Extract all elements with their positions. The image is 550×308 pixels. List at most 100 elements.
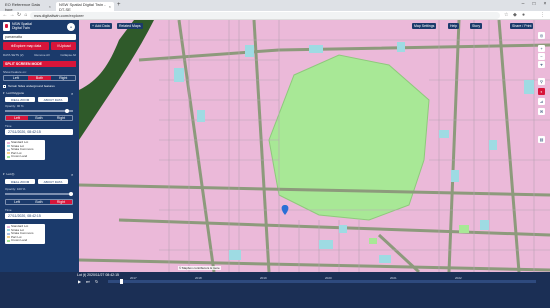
time-label: Time — [5, 208, 12, 212]
locate-icon[interactable]: ⌖ — [538, 61, 545, 68]
map-canvas[interactable] — [79, 20, 550, 272]
side-both-option[interactable]: Both — [27, 76, 52, 80]
extensions-icon[interactable]: ◆ — [513, 12, 517, 18]
side-both-option[interactable]: Both — [28, 116, 50, 120]
explore-label: Explore map data — [13, 44, 42, 48]
help-button[interactable]: Help — [448, 23, 460, 29]
pedestrian-icon[interactable]: ⚲ — [538, 78, 545, 85]
terrain-checkbox[interactable]: Terrain hides underground features — [3, 84, 55, 88]
map-viewport[interactable] — [79, 20, 550, 272]
upload-label: Upload — [59, 44, 71, 48]
map-attribution[interactable]: © Mapbox contributors & more — [178, 266, 221, 270]
timeline-track[interactable] — [108, 280, 536, 283]
explore-map-data-button[interactable]: ⊕ Explore map data — [3, 42, 49, 50]
story-label: Story — [472, 24, 481, 28]
layer1-header[interactable]: ▾ Lot Polygons — [3, 91, 24, 95]
time-picker-2[interactable]: 27/11/2020, 08:42:15 — [5, 213, 73, 219]
checkbox-icon[interactable] — [3, 84, 6, 88]
side-right-option[interactable]: Right — [50, 116, 72, 120]
collapse-all-link[interactable]: Collapse All — [60, 53, 76, 57]
browser-tab-active[interactable]: NSW Spatial Digital Twin - DT-SE × — [56, 1, 114, 12]
map-settings-button[interactable]: Map Settings — [412, 23, 437, 29]
share-print-button[interactable]: Share / Print — [510, 23, 534, 29]
slider-thumb[interactable] — [65, 109, 69, 113]
minimize-icon[interactable]: – — [518, 1, 528, 9]
side-toggle-1: Left Both Right — [3, 75, 76, 81]
map-settings-label: Map Settings — [414, 24, 435, 28]
upload-button[interactable]: ⇪ Upload — [51, 42, 76, 50]
maximize-icon[interactable]: □ — [529, 1, 539, 9]
story-button[interactable]: Story — [470, 23, 483, 29]
add-data-label: Add Data — [95, 24, 110, 28]
side-left-option[interactable]: Left — [6, 200, 28, 204]
browser-tab[interactable]: EO Reference Data type × — [2, 2, 54, 12]
zoom-out-icon[interactable]: − — [538, 53, 545, 60]
split-screen-icon[interactable]: ◐ — [538, 88, 545, 95]
compass-icon[interactable]: ◎ — [538, 32, 545, 39]
profile-icon[interactable]: ● — [522, 12, 525, 18]
about-data-label: ABOUT DATA — [43, 97, 63, 102]
side-right-option[interactable]: Right — [50, 200, 72, 204]
timeline-tick: 2019 — [260, 276, 267, 280]
remove-layer-icon[interactable]: × — [71, 172, 73, 177]
step-forward-icon[interactable]: ⏭ — [86, 279, 90, 284]
timeline-bar — [0, 272, 550, 308]
about-data-button[interactable]: ABOUT DATA — [38, 97, 68, 102]
layer2-name: Lot (t) — [6, 172, 15, 176]
help-label: Help — [450, 24, 458, 28]
opacity-label: Opacity: 90 % — [5, 104, 24, 108]
legend-1: Standard Lot Strata Lot Strata Commons P… — [5, 140, 45, 160]
side-left-option[interactable]: Left — [4, 76, 28, 80]
terrain-label: Terrain hides underground features — [8, 84, 55, 88]
chevron-down-icon[interactable]: ▾ — [3, 91, 5, 95]
side-right-option[interactable]: Right — [51, 76, 75, 80]
zoom-in-icon[interactable]: + — [538, 45, 545, 52]
window-close-icon[interactable]: × — [540, 1, 550, 9]
browser-menu-icon[interactable]: ⋮ — [540, 12, 545, 18]
remove-all-link[interactable]: Remove All — [34, 53, 49, 57]
share-label: Share / Print — [512, 24, 532, 28]
side-both-option[interactable]: Both — [28, 200, 50, 204]
ideal-zoom-button[interactable]: IDEAL ZOOM — [5, 97, 35, 102]
layers-icon[interactable]: ▤ — [538, 136, 545, 143]
slider-thumb[interactable] — [69, 192, 73, 196]
chevron-down-icon[interactable]: ▾ — [3, 172, 5, 176]
ideal-zoom-button[interactable]: IDEAL ZOOM — [5, 179, 35, 184]
plus-icon: + — [92, 24, 95, 28]
about-data-button[interactable]: ABOUT DATA — [38, 179, 68, 184]
opacity-slider[interactable] — [5, 109, 73, 113]
search-input[interactable] — [3, 34, 76, 40]
forward-icon[interactable]: → — [9, 12, 15, 18]
legend-item: Crown Land — [7, 154, 43, 159]
legend-item: Crown Land — [7, 238, 43, 243]
ideal-zoom-label: IDEAL ZOOM — [10, 97, 30, 102]
close-icon[interactable]: × — [49, 4, 51, 9]
url-input[interactable] — [30, 12, 500, 19]
loop-icon[interactable]: ↻ — [95, 279, 98, 284]
reload-icon[interactable]: ↻ — [16, 12, 22, 18]
add-data-button[interactable]: + Add Data — [90, 23, 112, 29]
play-icon[interactable]: ▶ — [78, 279, 81, 284]
time-picker-1[interactable]: 27/11/2020, 08:42:15 — [5, 129, 73, 135]
legend-2: Standard Lot Strata Lot Strata Commons P… — [5, 224, 45, 244]
home-icon[interactable]: ⌂ — [23, 12, 29, 18]
feedback-icon[interactable]: ✉ — [538, 108, 545, 115]
related-maps-button[interactable]: Related Maps — [117, 23, 143, 29]
close-icon[interactable]: × — [109, 4, 111, 9]
timeline-thumb[interactable] — [120, 279, 123, 284]
remove-layer-icon[interactable]: × — [71, 91, 73, 96]
new-tab-icon[interactable]: + — [117, 2, 121, 8]
bookmark-star-icon[interactable]: ☆ — [504, 12, 508, 18]
measure-icon[interactable]: ⊿ — [538, 98, 545, 105]
ideal-zoom-label: IDEAL ZOOM — [10, 179, 30, 184]
layer2-header[interactable]: ▾ Lot (t) — [3, 172, 14, 176]
timeline-tick: 2020 — [325, 276, 332, 280]
side-left-option[interactable]: Left — [6, 116, 28, 120]
opacity-slider[interactable] — [5, 192, 73, 196]
tab-label: NSW Spatial Digital Twin - DT-SE — [59, 1, 106, 12]
user-avatar-icon[interactable]: ● — [67, 23, 75, 31]
split-screen-banner: SPLIT SCREEN MODE — [3, 61, 76, 67]
app-title: NSW Spatial Digital Twin — [12, 22, 52, 30]
app-title-line2: Digital Twin — [12, 26, 30, 30]
back-icon[interactable]: ← — [2, 12, 8, 18]
